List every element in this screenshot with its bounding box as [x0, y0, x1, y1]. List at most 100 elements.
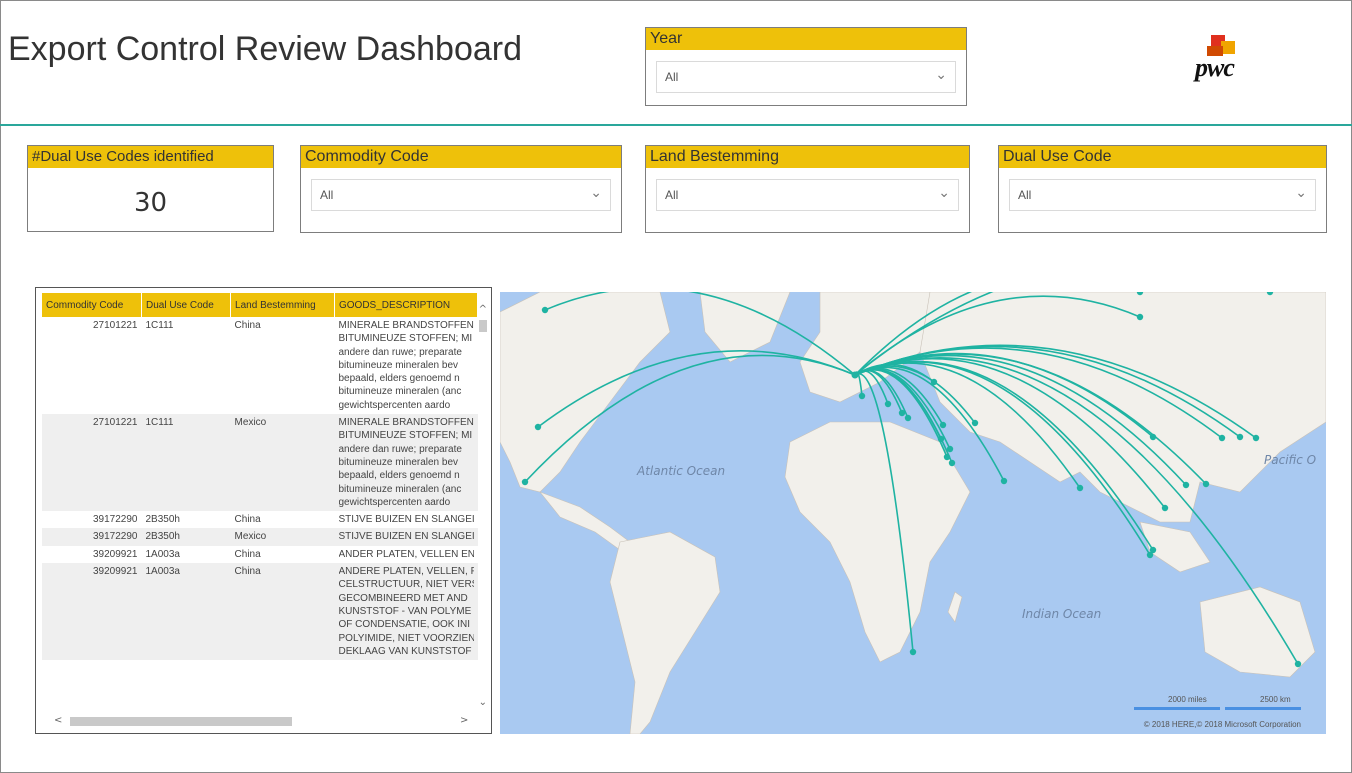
- route-map[interactable]: Atlantic Ocean Indian Ocean Pacific O 20…: [500, 292, 1326, 734]
- goods-description-line: POLYIMIDE, NIET VOORZIEN: [338, 632, 474, 644]
- vertical-scrollbar[interactable]: [479, 320, 487, 332]
- destination-point: [898, 409, 906, 417]
- commodity-code-cell: 27101221: [42, 414, 142, 512]
- north-america-landmass: [500, 292, 671, 493]
- africa-landmass: [784, 421, 971, 663]
- ocean-label: Atlantic Ocean: [637, 464, 726, 478]
- goods-description-cell: MINERALE BRANDSTOFFEN BITUMINEUZE STOFFEN…: [334, 414, 478, 512]
- dual-use-code-label: Dual Use Code: [999, 146, 1326, 168]
- destination-point: [946, 445, 954, 453]
- column-header-commodity-code[interactable]: Commodity Code: [42, 293, 142, 317]
- dual-use-code-cell: 2B350h: [145, 514, 180, 526]
- column-header-land-bestemming[interactable]: Land Bestemming: [230, 293, 335, 317]
- goods-description-line: MINERALE BRANDSTOFFEN: [338, 320, 474, 331]
- goods-description-line: bitumineuze mineralen bev: [338, 456, 459, 468]
- land-bestemming-slicer[interactable]: Land Bestemming All ⌄: [645, 145, 970, 233]
- world-map-canvas: [500, 292, 1326, 734]
- goods-description-line: gewichtspercenten aardo: [338, 496, 451, 508]
- table-row[interactable]: 39209921 1A003a China ANDERE PLATEN, VELLEN…: [42, 563, 478, 661]
- destination-point: [534, 423, 542, 431]
- goods-description-line: STIJVE BUIZEN EN SLANGEI: [338, 531, 474, 543]
- commodity-code-value: All: [320, 188, 334, 202]
- destination-point: [521, 478, 529, 486]
- destination-point: [909, 648, 917, 656]
- goods-description-line: bitumineuze mineralen (anc: [338, 483, 462, 495]
- table-row[interactable]: 39172290 2B350h China STIJVE BUIZEN EN SLAN…: [42, 511, 478, 528]
- dual-use-code-cell: 1C111: [145, 320, 174, 331]
- goods-description-line: andere dan ruwe; preparate: [338, 443, 462, 455]
- dual-use-code-slicer[interactable]: Dual Use Code All ⌄: [998, 145, 1327, 233]
- page-title: Export Control Review Dashboard: [8, 30, 523, 68]
- chevron-down-icon: ⌄: [938, 185, 950, 201]
- table-row[interactable]: 27101221 1C111 China MINERALE BRANDSTOFFEN B…: [42, 317, 478, 414]
- dual-use-code-cell: 1A003a: [145, 548, 180, 560]
- destination-point: [943, 453, 951, 461]
- dual-use-code-value: All: [1018, 188, 1032, 202]
- table-row[interactable]: 39209921 1A003a China ANDER PLATEN, VELLEN …: [42, 546, 478, 563]
- header-divider: [0, 124, 1352, 126]
- asia-landmass: [919, 292, 1326, 523]
- table-row[interactable]: 27101221 1C111 Mexico MINERALE BRANDSTOFFEN…: [42, 414, 478, 512]
- commodity-code-slicer[interactable]: Commodity Code All ⌄: [300, 145, 622, 233]
- dual-use-code-cell: 1A003a: [141, 563, 231, 661]
- goods-description-line: bitumineuze mineralen (anc: [338, 386, 462, 398]
- destination-point: [948, 459, 956, 467]
- column-header-dual-use-code[interactable]: Dual Use Code: [141, 293, 232, 317]
- destination-point: [858, 392, 866, 400]
- land-bestemming-value: All: [665, 188, 679, 202]
- dual-use-code-cell: 1C111: [141, 414, 231, 512]
- destination-point: [930, 378, 938, 386]
- year-slicer[interactable]: Year All ⌄: [645, 27, 967, 106]
- destination-point: [884, 400, 892, 408]
- goods-description-line: BITUMINEUZE STOFFEN; MI: [338, 333, 473, 345]
- destination-point: [971, 419, 979, 427]
- scroll-left-icon[interactable]: <: [54, 715, 62, 726]
- destination-point: [937, 435, 945, 443]
- scale-miles-bar: [1134, 707, 1220, 710]
- destination-point: [1136, 313, 1144, 321]
- kpi-value: 30: [133, 188, 168, 218]
- destination-point: [1252, 434, 1260, 442]
- south-america-landmass: [609, 531, 721, 734]
- year-dropdown-value: All: [665, 70, 679, 84]
- year-dropdown[interactable]: All ⌄: [656, 61, 956, 93]
- goods-description-cell: ANDER PLATEN, VELLEN EN: [335, 546, 478, 563]
- destination-point: [1202, 480, 1210, 488]
- pwc-logo: pwc: [1195, 35, 1255, 87]
- commodity-code-label: Commodity Code: [301, 146, 621, 168]
- land-bestemming-cell: China: [234, 548, 261, 560]
- scale-miles-label: 2000 miles: [1168, 695, 1207, 704]
- commodity-code-dropdown[interactable]: All ⌄: [311, 179, 611, 211]
- commodity-code-cell: 27101221: [92, 320, 138, 331]
- central-america-landmass: [539, 491, 631, 551]
- chevron-down-icon: ⌄: [590, 185, 602, 201]
- year-slicer-label: Year: [646, 28, 966, 50]
- commodity-code-cell: 39172290: [42, 528, 142, 546]
- dual-use-code-dropdown[interactable]: All ⌄: [1009, 179, 1316, 211]
- destination-point: [939, 421, 947, 429]
- origin-point: [851, 371, 859, 379]
- destination-point: [1294, 660, 1302, 668]
- scroll-right-icon[interactable]: >: [460, 715, 468, 726]
- chevron-down-icon: ⌄: [1295, 185, 1307, 201]
- goods-description-cell: STIJVE BUIZEN EN SLANGEI: [335, 511, 478, 528]
- ocean-label: Indian Ocean: [1022, 607, 1102, 621]
- column-header-goods-description[interactable]: GOODS_DESCRIPTION: [334, 293, 478, 317]
- destination-point: [904, 414, 912, 422]
- goods-description-line: CELSTRUCTUUR, NIET VERS: [338, 579, 474, 591]
- commodity-code-cell: 39209921: [92, 548, 138, 560]
- land-bestemming-dropdown[interactable]: All ⌄: [656, 179, 959, 211]
- goods-description-line: BITUMINEUZE STOFFEN; MI: [338, 430, 473, 442]
- table-row[interactable]: 39172290 2B350h Mexico STIJVE BUIZEN EN SLA…: [42, 528, 478, 546]
- goods-description-line: ANDERE PLATEN, VELLEN, F: [338, 566, 474, 578]
- goods-description-cell: MINERALE BRANDSTOFFEN BITUMINEUZE STOFFEN…: [335, 317, 478, 414]
- goods-description-line: bitumineuze mineralen bev: [338, 359, 459, 371]
- horizontal-scrollbar[interactable]: [70, 717, 292, 726]
- goods-description-line: gewichtspercenten aardo: [338, 399, 451, 411]
- destination-point: [1146, 551, 1154, 559]
- scroll-up-icon[interactable]: ^: [479, 304, 487, 315]
- goods-description-line: andere dan ruwe; preparate: [338, 346, 462, 358]
- scroll-down-icon[interactable]: ⌄: [479, 697, 487, 708]
- goods-description-cell: ANDERE PLATEN, VELLEN, F CELSTRUCTUUR, NI…: [334, 563, 478, 661]
- goods-table: Commodity Code Dual Use Code Land Bestem…: [35, 287, 492, 734]
